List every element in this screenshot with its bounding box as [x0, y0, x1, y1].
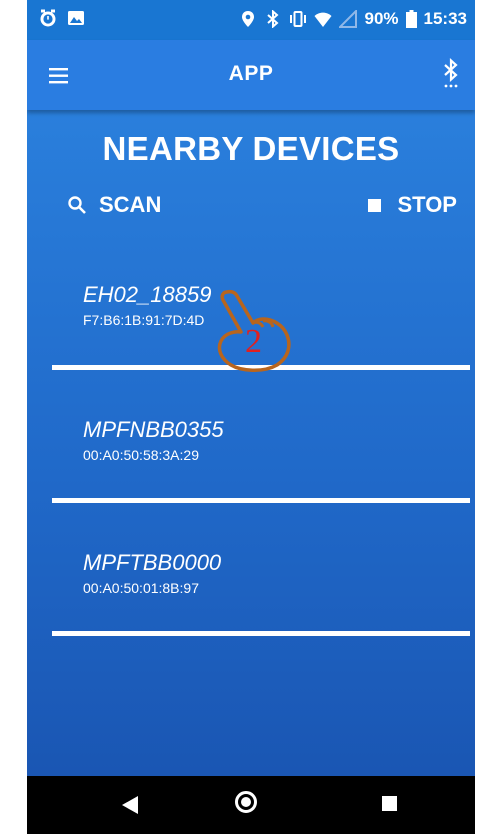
- no-signal-icon: [339, 10, 358, 28]
- recent-apps-icon[interactable]: [382, 796, 397, 811]
- device-mac-address: 00:A0:50:58:3A:29: [83, 447, 199, 463]
- device-item[interactable]: MPFNBB0355 00:A0:50:58:3A:29: [52, 417, 470, 537]
- app-bar: APP: [27, 40, 475, 110]
- stop-label: STOP: [397, 192, 457, 217]
- device-mac-address: 00:A0:50:01:8B:97: [83, 580, 199, 596]
- battery-icon: [405, 10, 417, 28]
- home-icon[interactable]: [235, 791, 257, 813]
- status-time: 15:33: [423, 9, 467, 28]
- tap-hand-annotation: 2: [213, 287, 293, 379]
- battery-percentage: 90%: [364, 9, 399, 28]
- app-title: APP: [228, 62, 274, 85]
- scan-button[interactable]: SCAN: [67, 192, 161, 218]
- stop-icon: [368, 198, 382, 212]
- search-icon: [68, 196, 86, 214]
- wifi-icon: [314, 12, 332, 27]
- divider: [52, 631, 470, 636]
- divider: [52, 498, 470, 503]
- device-name: MPFNBB0355: [83, 417, 224, 442]
- page-title: NEARBY DEVICES: [102, 130, 400, 167]
- stop-button[interactable]: STOP: [368, 192, 457, 218]
- bluetooth-searching-icon[interactable]: [439, 56, 463, 94]
- alarm-app-icon: [40, 9, 56, 27]
- status-bar: 90% 15:33: [27, 0, 475, 40]
- scan-label: SCAN: [99, 192, 162, 217]
- location-icon: [242, 11, 255, 27]
- device-mac-address: F7:B6:1B:91:7D:4D: [83, 312, 205, 328]
- back-icon[interactable]: [120, 795, 140, 815]
- device-list-screen: NEARBY DEVICES SCAN STOP EH02_18859 F7:B…: [27, 110, 475, 776]
- device-item[interactable]: MPFTBB0000 00:A0:50:01:8B:97: [52, 550, 470, 670]
- phone-screen: 90% 15:33 APP NEARBY DEVICES SCAN STOP E…: [27, 0, 475, 834]
- image-notification-icon: [68, 11, 84, 25]
- step-number: 2: [245, 323, 262, 360]
- vibrate-icon: [290, 11, 307, 27]
- device-name: MPFTBB0000: [83, 550, 222, 575]
- bluetooth-status-icon: [267, 10, 279, 28]
- navigation-bar: [27, 776, 475, 834]
- device-name: EH02_18859: [83, 282, 212, 307]
